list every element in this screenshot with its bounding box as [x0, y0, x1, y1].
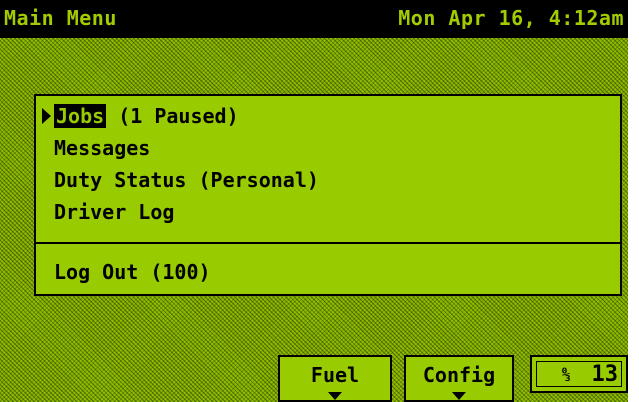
device-screen: Main Menu Mon Apr 16, 4:12am Jobs (1 Pau…	[0, 0, 628, 402]
selection-arrow-icon	[42, 108, 51, 124]
config-softkey-label: Config	[422, 363, 496, 387]
menu-item-log-out[interactable]: Log Out (100)	[54, 258, 211, 286]
menu-item-messages[interactable]: Messages	[54, 134, 150, 162]
page-title: Main Menu	[4, 6, 117, 30]
signal-value: 13	[591, 362, 619, 387]
menu-item-jobs[interactable]: Jobs (1 Paused)	[54, 102, 239, 130]
title-bar: Main Menu Mon Apr 16, 4:12am	[0, 0, 628, 38]
down-arrow-icon	[452, 392, 466, 400]
menu-item-driver-log[interactable]: Driver Log	[54, 198, 174, 226]
date-time: Mon Apr 16, 4:12am	[398, 6, 624, 30]
main-menu-panel: Jobs (1 Paused) Messages Duty Status (Pe…	[34, 94, 622, 296]
fuel-softkey-label: Fuel	[310, 363, 360, 387]
signal-indicator[interactable]: ↉ 13	[530, 355, 628, 393]
antenna-signal-icon: ↉	[562, 367, 571, 383]
down-arrow-icon	[328, 392, 342, 400]
menu-item-duty-status[interactable]: Duty Status (Personal)	[54, 166, 319, 194]
menu-divider	[36, 242, 620, 244]
menu-item-jobs-label: Jobs	[54, 104, 107, 128]
menu-item-jobs-status: (1 Paused)	[106, 104, 239, 128]
config-softkey[interactable]: Config	[404, 355, 514, 402]
fuel-softkey[interactable]: Fuel	[278, 355, 392, 402]
